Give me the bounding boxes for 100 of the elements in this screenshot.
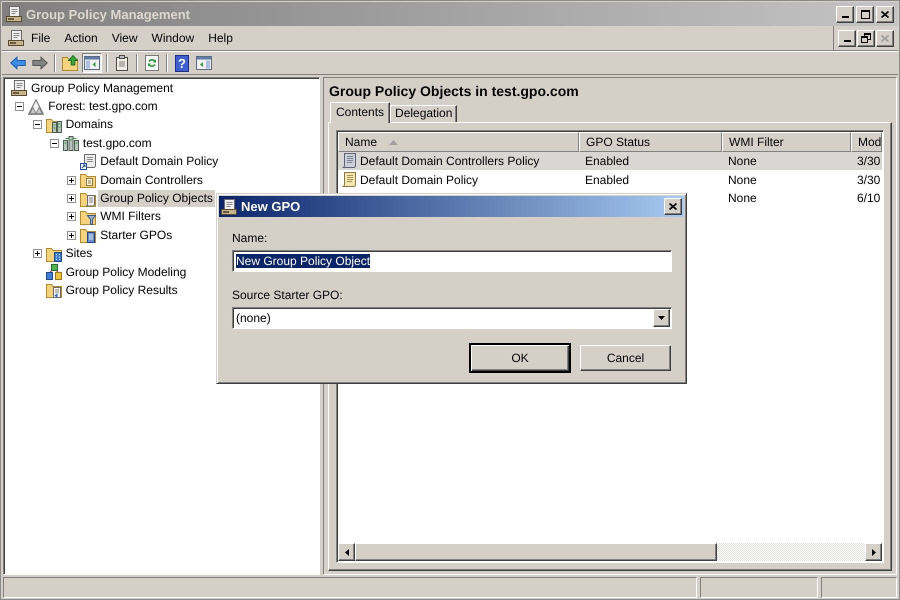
list-row[interactable]: Default Domain Controllers Policy Enabled None 3/30 [338,152,882,170]
menu-item[interactable]: Window [144,29,202,47]
column-header[interactable]: Name [338,132,579,152]
close-icon [881,34,889,42]
plus-box-icon [67,212,76,222]
tab[interactable]: Delegation [390,105,458,122]
tree-item[interactable]: Domains [64,116,115,134]
up-folder-button[interactable] [60,53,80,73]
field-label: Name: [232,231,268,245]
table-cell-text: Enabled [584,154,630,168]
name-field[interactable]: New Group Policy Object [232,250,672,272]
console-icon [11,80,27,96]
restore-icon [861,33,871,43]
arrow-right-icon [32,55,48,71]
collapse-button[interactable] [15,102,24,112]
minus-box-icon [50,138,59,148]
folder-servers-icon [46,116,62,133]
column-header[interactable]: Mod [851,132,882,152]
table-cell-text: 6/10 [856,190,882,205]
triangle-right-icon [872,548,876,556]
table-cell: Default Domain Policy [360,172,478,187]
starter-gpo-dropdown[interactable]: (none) [232,307,672,329]
scrollbar-thumb[interactable] [355,543,717,561]
horizontal-scrollbar[interactable] [338,543,882,561]
folder-report-icon [46,282,62,298]
sort-ascending-icon [389,140,398,144]
tab[interactable]: Contents [330,102,390,123]
menu-item[interactable]: View [104,29,144,47]
colored-blocks-icon [46,264,62,280]
action-pane-button[interactable] [194,53,214,73]
window-left-pane-icon [84,55,100,71]
tree-item[interactable]: Group Policy Objects [98,190,215,208]
tree-item[interactable]: Group Policy Results [64,282,180,299]
scroll-icon [341,172,357,188]
expand-button[interactable] [32,249,42,258]
menu-item[interactable]: File [24,29,58,47]
dialog-title: New GPO [241,199,302,214]
folder-page-icon [80,172,96,188]
folder-building-icon [46,246,62,262]
table-cell-text: None [727,190,758,205]
menu-item[interactable]: Action [57,29,105,47]
tree-item[interactable]: WMI Filters [98,208,163,226]
refresh-icon [144,55,160,71]
field-label: Source Starter GPO: [232,288,344,302]
scroll-icon [341,153,357,170]
pane-title: Group Policy Objects in test.gpo.com [328,82,580,101]
tree-item[interactable]: Sites [64,245,94,262]
maximize-icon [860,10,870,18]
expand-button[interactable] [67,176,76,185]
help-button[interactable]: ? [175,54,189,72]
plus-box-icon [67,176,76,185]
column-header[interactable]: GPO Status [579,132,722,152]
tree-item[interactable]: test.gpo.com [80,134,154,152]
dropdown-button[interactable] [653,309,670,327]
minus-box-icon [32,120,42,130]
expand-button[interactable] [67,194,76,204]
expand-button[interactable] [67,212,76,222]
refresh-button[interactable] [142,53,162,73]
tree-item[interactable]: Group Policy Modeling [64,264,188,281]
clipboard-icon [114,55,130,71]
table-cell-text: 3/30 [856,154,882,168]
table-cell-text: None [727,154,758,168]
minus-box-icon [15,102,24,112]
menu-item[interactable]: Help [201,29,240,47]
console-tree-button[interactable] [82,53,102,73]
tree-item[interactable]: Default Domain Policy [98,153,220,170]
list-row[interactable]: Default Domain Policy Enabled None 3/30 [338,170,882,189]
column-header[interactable]: WMI Filter [722,132,851,152]
expand-button[interactable] [67,230,76,240]
scroll-right-button[interactable] [865,543,882,561]
console-icon [6,6,22,22]
scroll-left-button[interactable] [338,543,355,561]
arrow-left-icon [10,55,26,71]
folder-scroll-icon [80,190,96,207]
folder-document-icon [80,227,96,244]
console-icon [8,30,24,46]
window-right-pane-icon [196,55,212,71]
servers-icon [62,135,79,152]
restore-button[interactable] [857,30,875,46]
close-button[interactable] [664,198,682,215]
triangle-icon [28,98,44,115]
minimize-button[interactable] [838,30,856,46]
close-icon [669,203,677,210]
table-cell: Default Domain Controllers Policy [360,154,540,168]
plus-box-icon [67,230,76,240]
tree-item[interactable]: Group Policy Management [29,80,176,97]
collapse-button[interactable] [50,138,59,148]
table-cell-text: Enabled [584,172,630,187]
ok-button[interactable]: OK [469,343,571,373]
close-icon [881,10,889,18]
caret-down-icon [658,316,665,320]
window-title: Group Policy Management [26,6,191,22]
plus-box-icon [32,249,42,258]
tree-item[interactable]: Starter GPOs [98,226,174,244]
cancel-button[interactable]: Cancel [580,345,671,371]
folder-arrow-icon [62,55,78,71]
tree-item[interactable]: Forest: test.gpo.com [46,98,160,116]
table-cell-text: None [727,172,758,187]
collapse-button[interactable] [32,120,42,130]
tree-item[interactable]: Domain Controllers [98,172,205,189]
